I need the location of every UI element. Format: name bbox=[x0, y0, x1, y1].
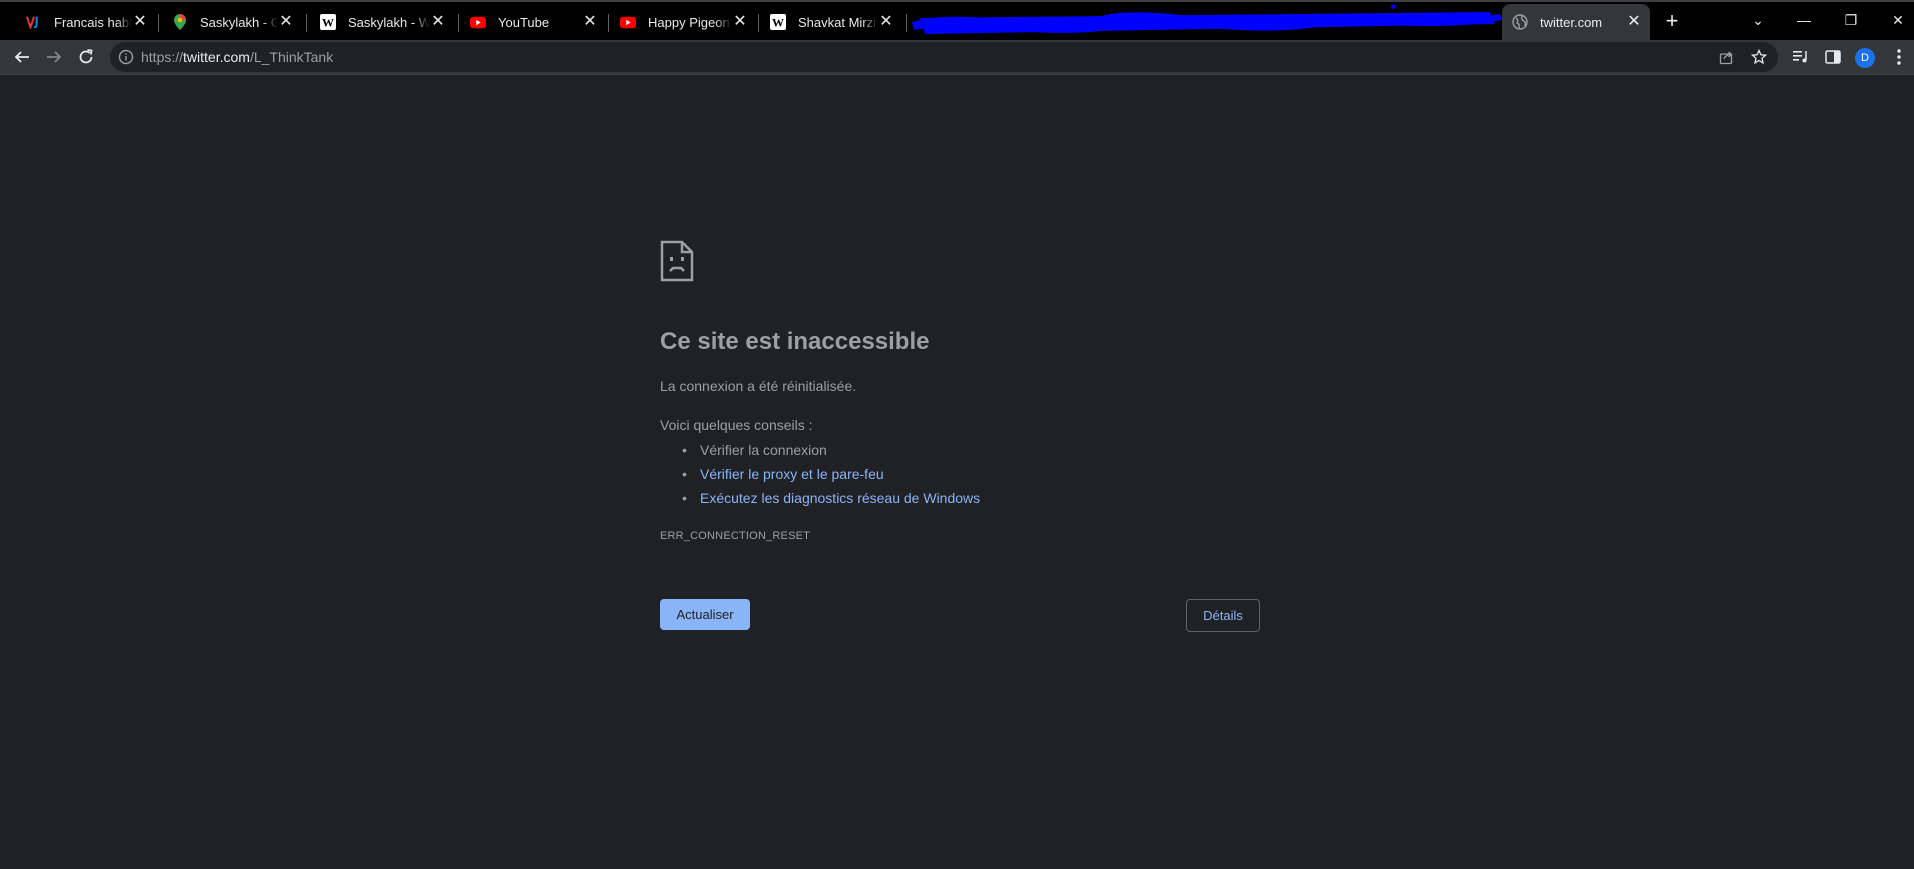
tab-title: Francais habitan bbox=[54, 14, 132, 30]
media-control-icon[interactable] bbox=[1791, 47, 1811, 67]
details-button[interactable]: Détails bbox=[1186, 599, 1260, 632]
reload-button[interactable] bbox=[74, 45, 98, 69]
close-window-button[interactable]: ✕ bbox=[1884, 8, 1912, 32]
tab-title: Saskylakh - Goo bbox=[200, 14, 278, 30]
forward-arrow-icon bbox=[47, 51, 62, 63]
tab-title: Happy Pigeon N bbox=[648, 14, 732, 30]
tab-separator bbox=[458, 14, 459, 32]
forward-button[interactable] bbox=[42, 45, 66, 69]
close-tab-icon[interactable]: ✕ bbox=[1626, 14, 1642, 30]
tab-separator bbox=[906, 14, 907, 32]
jv-icon bbox=[26, 14, 42, 30]
close-tab-icon[interactable]: ✕ bbox=[878, 14, 894, 30]
svg-text:W: W bbox=[322, 16, 334, 30]
close-tab-icon[interactable]: ✕ bbox=[278, 14, 294, 30]
tab-francais-habitants[interactable]: Francais habitan ✕ bbox=[16, 4, 156, 40]
close-tab-icon[interactable]: ✕ bbox=[132, 14, 148, 30]
new-tab-button[interactable]: + bbox=[1660, 10, 1684, 34]
close-tab-icon[interactable]: ✕ bbox=[732, 14, 748, 30]
minimize-button[interactable]: — bbox=[1790, 8, 1818, 32]
tab-happy-pigeon[interactable]: Happy Pigeon N ✕ bbox=[610, 4, 756, 40]
wikipedia-icon: W bbox=[320, 14, 336, 30]
url-scheme: https:// bbox=[141, 49, 184, 65]
tab-saskylakh-wikipedia[interactable]: W Saskylakh - Wiki ✕ bbox=[310, 4, 454, 40]
reload-icon bbox=[79, 49, 93, 64]
toolbar: https://twitter.com/L_ThinkTank D bbox=[0, 40, 1914, 74]
tip-check-connection: Vérifier la connexion bbox=[680, 440, 980, 464]
back-arrow-icon bbox=[14, 51, 29, 63]
restore-button[interactable]: ❐ bbox=[1837, 8, 1865, 32]
tips-title: Voici quelques conseils : bbox=[660, 417, 813, 433]
share-icon[interactable] bbox=[1718, 48, 1736, 66]
tab-separator bbox=[306, 14, 307, 32]
url-host: twitter.com bbox=[183, 49, 250, 65]
globe-icon bbox=[1512, 14, 1528, 30]
site-info-icon[interactable] bbox=[118, 49, 134, 65]
tab-twitter[interactable]: twitter.com ✕ bbox=[1502, 4, 1650, 40]
tab-shavkat-mirziyoyev[interactable]: W Shavkat Mirziyo ✕ bbox=[760, 4, 902, 40]
redaction-scribble bbox=[912, 4, 1502, 34]
toolbar-divider bbox=[0, 74, 1914, 75]
tab-saskylakh-maps[interactable]: Saskylakh - Goo ✕ bbox=[162, 4, 302, 40]
url-text[interactable]: https://twitter.com/L_ThinkTank bbox=[141, 49, 333, 65]
tab-separator bbox=[158, 14, 159, 32]
error-description: La connexion a été réinitialisée. bbox=[660, 378, 857, 394]
menu-kebab-icon[interactable] bbox=[1889, 47, 1909, 67]
svg-text:W: W bbox=[772, 16, 784, 30]
tips-list: Vérifier la connexion Vérifier le proxy … bbox=[680, 440, 980, 512]
close-tab-icon[interactable]: ✕ bbox=[430, 14, 446, 30]
bookmark-star-icon[interactable] bbox=[1750, 48, 1768, 66]
profile-avatar[interactable]: D bbox=[1855, 48, 1875, 68]
back-button[interactable] bbox=[10, 45, 34, 69]
youtube-icon bbox=[620, 14, 636, 30]
tab-youtube[interactable]: YouTube ✕ bbox=[460, 4, 606, 40]
youtube-icon bbox=[470, 14, 486, 30]
tab-separator bbox=[758, 14, 759, 32]
side-panel-icon[interactable] bbox=[1823, 47, 1843, 67]
tip-windows-diagnostics-link[interactable]: Exécutez les diagnostics réseau de Windo… bbox=[680, 488, 980, 512]
tab-title: twitter.com bbox=[1540, 14, 1603, 30]
reload-page-button[interactable]: Actualiser bbox=[660, 599, 750, 630]
url-path: /L_ThinkTank bbox=[249, 49, 334, 65]
error-code: ERR_CONNECTION_RESET bbox=[660, 530, 811, 542]
tab-separator bbox=[608, 14, 609, 32]
wikipedia-icon: W bbox=[770, 14, 786, 30]
tab-title: Saskylakh - Wiki bbox=[348, 14, 430, 30]
tip-check-proxy-link[interactable]: Vérifier le proxy et le pare-feu bbox=[680, 464, 980, 488]
sad-document-icon bbox=[660, 240, 694, 282]
tab-title: YouTube bbox=[498, 14, 550, 30]
error-heading: Ce site est inaccessible bbox=[660, 328, 930, 355]
tab-search-button[interactable]: ⌄ bbox=[1744, 8, 1772, 32]
address-bar[interactable]: https://twitter.com/L_ThinkTank bbox=[110, 42, 1778, 72]
close-tab-icon[interactable]: ✕ bbox=[582, 14, 598, 30]
maps-pin-icon bbox=[172, 14, 188, 30]
tab-title: Shavkat Mirziyo bbox=[798, 14, 878, 30]
tab-strip: Francais habitan ✕ Saskylakh - Goo ✕ W S… bbox=[0, 0, 1914, 40]
